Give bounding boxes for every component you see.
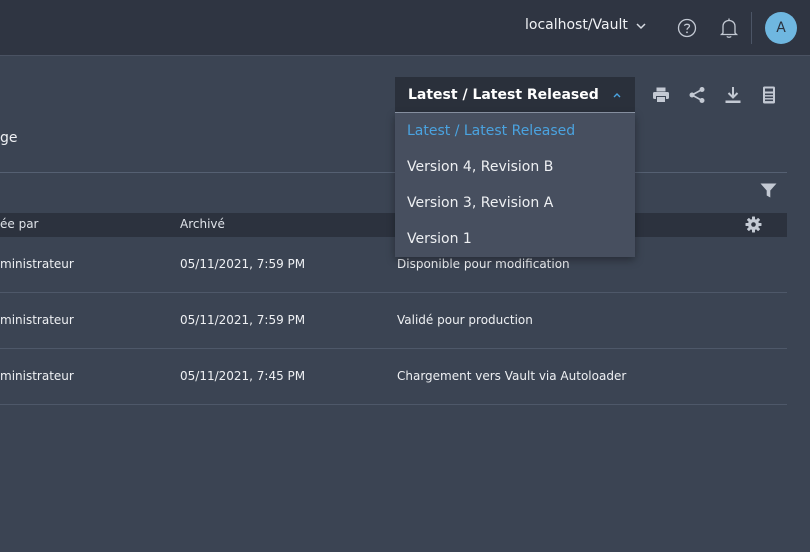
column-header-created-by[interactable]: ée par [0,217,38,231]
version-option-latest[interactable]: Latest / Latest Released [395,113,635,149]
server-selector[interactable]: localhost/Vault [525,16,648,33]
version-dropdown-menu: Latest / Latest Released Version 4, Revi… [395,113,635,257]
section-divider [0,172,787,173]
cell-state: Chargement vers Vault via Autoloader [397,369,627,383]
table-row[interactable]: ministrateur 05/11/2021, 7:59 PM Disponi… [0,237,787,293]
cell-state: Disponible pour modification [397,257,570,271]
share-icon[interactable] [688,86,706,104]
avatar[interactable]: A [765,12,797,44]
download-icon[interactable] [724,86,742,104]
table-header: ée par Archivé [0,213,787,237]
chevron-up-icon [613,93,621,98]
version-option-v3-reva[interactable]: Version 3, Revision A [395,185,635,221]
cell-state: Validé pour production [397,313,533,327]
filter-icon[interactable] [760,183,777,198]
version-selected-label: Latest / Latest Released [408,86,599,103]
cell-created-by: ministrateur [0,257,74,271]
calculator-icon[interactable] [760,86,778,104]
help-icon[interactable] [677,18,697,38]
cell-created-by: ministrateur [0,313,74,327]
header-divider [751,12,752,44]
cell-archived: 05/11/2021, 7:45 PM [180,369,306,383]
cell-archived: 05/11/2021, 7:59 PM [180,313,306,327]
print-icon[interactable] [652,86,670,104]
version-select[interactable]: Latest / Latest Released [395,77,635,113]
column-header-archived[interactable]: Archivé [180,217,225,231]
avatar-initial: A [776,20,786,36]
table-row[interactable]: ministrateur 05/11/2021, 7:45 PM Chargem… [0,349,787,405]
top-bar: localhost/Vault A [0,0,810,56]
gear-icon[interactable] [745,216,762,233]
version-option-v1[interactable]: Version 1 [395,221,635,257]
server-label: localhost/Vault [525,16,628,33]
chevron-down-icon [636,23,646,30]
cell-archived: 05/11/2021, 7:59 PM [180,257,306,271]
tab-history[interactable]: ge [0,130,18,146]
bell-icon[interactable] [719,17,739,39]
table-row[interactable]: ministrateur 05/11/2021, 7:59 PM Validé … [0,293,787,349]
cell-created-by: ministrateur [0,369,74,383]
version-option-v4-revb[interactable]: Version 4, Revision B [395,149,635,185]
